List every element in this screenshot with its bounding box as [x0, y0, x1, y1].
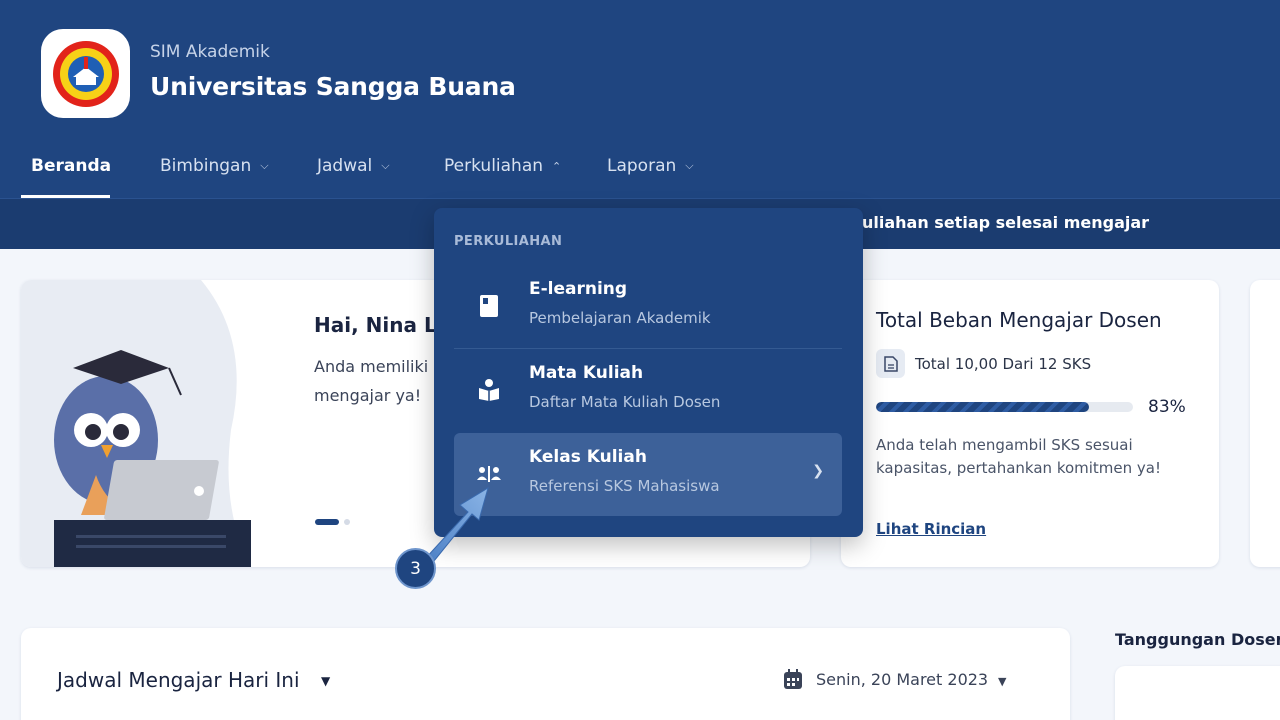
side-panel-card [1115, 666, 1280, 720]
step-number-badge: 3 [395, 548, 436, 589]
ticker-text: uliahan setiap selesai mengajar [862, 213, 1150, 232]
schedule-card: Jadwal Mengajar Hari Ini ▼ Senin, 20 Mar… [21, 628, 1070, 720]
nav-beranda[interactable]: Beranda [31, 134, 111, 198]
dropdown-item-elearning[interactable]: E-learning Pembelajaran Akademik [454, 265, 842, 348]
caret-down-icon[interactable]: ▼ [998, 675, 1006, 688]
nav-label: Perkuliahan [444, 156, 544, 176]
app-title: Universitas Sangga Buana [150, 72, 516, 101]
nav-bimbingan[interactable]: Bimbingan ⌵ [160, 134, 269, 198]
schedule-title[interactable]: Jadwal Mengajar Hari Ini [57, 668, 300, 692]
dropdown-item-kelas-kuliah[interactable]: Kelas Kuliah Referensi SKS Mahasiswa ❯ [454, 433, 842, 516]
chevron-down-icon: ⌵ [685, 159, 694, 172]
university-seal-icon [52, 40, 119, 107]
dropdown-item-desc: Pembelajaran Akademik [529, 309, 711, 327]
carousel-dots [315, 519, 350, 525]
app-subtitle: SIM Akademik [150, 42, 270, 62]
nav-label: Beranda [31, 156, 112, 176]
dropdown-item-desc: Daftar Mata Kuliah Dosen [529, 393, 721, 411]
dropdown-heading: PERKULIAHAN [454, 234, 563, 249]
welcome-message: Anda memiliki mengajar ya! [314, 357, 429, 405]
nav-label: Laporan [607, 156, 677, 176]
schedule-date[interactable]: Senin, 20 Maret 2023 [816, 670, 988, 689]
sks-total: Total 10,00 Dari 12 SKS [915, 355, 1092, 373]
chevron-up-icon: ⌃ [552, 159, 562, 173]
load-title: Total Beban Mengajar Dosen [876, 308, 1162, 332]
side-panel-title: Tanggungan Dosen [1115, 630, 1280, 649]
nav-laporan[interactable]: Laporan ⌵ [607, 134, 694, 198]
sks-progress-fill [876, 402, 1090, 412]
dropdown-item-label: Kelas Kuliah [529, 447, 647, 467]
calendar-icon [783, 668, 803, 694]
document-icon [876, 349, 905, 378]
chevron-down-icon: ⌵ [260, 159, 269, 172]
nav-label: Bimbingan [160, 156, 252, 176]
view-details-link[interactable]: Lihat Rincian [876, 520, 986, 538]
carousel-dot-active[interactable] [315, 519, 339, 525]
teaching-load-card: Total Beban Mengajar Dosen Total 10,00 D… [841, 280, 1219, 567]
dropdown-item-mata-kuliah[interactable]: Mata Kuliah Daftar Mata Kuliah Dosen [454, 349, 842, 432]
partial-card [1250, 280, 1280, 567]
book-icon [476, 293, 502, 319]
caret-down-icon[interactable]: ▼ [321, 674, 330, 688]
class-icon [476, 461, 502, 487]
sks-progress-bar [876, 402, 1133, 412]
nav-jadwal[interactable]: Jadwal ⌵ [317, 134, 390, 198]
chevron-right-icon: ❯ [812, 463, 824, 479]
dropdown-item-desc: Referensi SKS Mahasiswa [529, 477, 720, 495]
sks-percent: 83% [1148, 397, 1186, 417]
carousel-dot[interactable] [344, 519, 350, 525]
nav-label: Jadwal [317, 156, 373, 176]
perkuliahan-dropdown: PERKULIAHAN E-learning Pembelajaran Akad… [434, 208, 863, 537]
nav-perkuliahan[interactable]: Perkuliahan ⌃ [444, 134, 561, 198]
reader-icon [476, 377, 502, 403]
owl-mascot-illustration [21, 280, 251, 567]
main-nav: Beranda Bimbingan ⌵ Jadwal ⌵ Perkuliahan… [0, 134, 1280, 198]
university-logo[interactable] [41, 29, 130, 118]
dropdown-item-label: E-learning [529, 279, 628, 299]
load-note: Anda telah mengambil SKS sesuai kapasita… [876, 436, 1162, 477]
chevron-down-icon: ⌵ [381, 159, 390, 172]
dropdown-item-label: Mata Kuliah [529, 363, 644, 383]
